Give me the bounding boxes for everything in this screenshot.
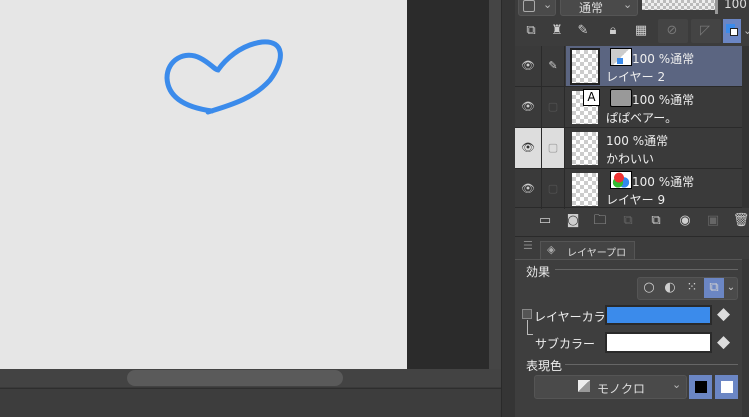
layer-mask-icon[interactable]: ◉ — [675, 211, 695, 231]
sub-color-label: サブカラー — [535, 337, 596, 351]
layer-color-swatch[interactable] — [605, 305, 712, 325]
eye-icon[interactable]: 👁︎ — [515, 87, 542, 127]
transfer-down-icon[interactable]: ⧉ — [618, 211, 638, 231]
layer-thumbnail — [570, 48, 600, 85]
effect-heading: 効果 — [526, 265, 551, 279]
eyedropper-icon[interactable]: ◆ — [717, 332, 730, 352]
layer-mode: 100 %通常 — [632, 175, 695, 189]
layer-name: レイヤー 9 — [606, 193, 666, 207]
chevron-down-icon: ⌄ — [543, 0, 553, 11]
blend-mode-select[interactable]: 通常 ⌄ — [560, 0, 638, 16]
layer-list: 👁︎ ✎ 100 %通常 レイヤー 2 👁︎ ▢ A 100 %通常 ぱぱベアー… — [515, 46, 749, 209]
tab-layer-properties[interactable]: ◈ レイヤープロパティ — [540, 241, 635, 274]
eyedropper-icon[interactable]: ◆ — [717, 304, 730, 324]
pen-icon[interactable]: ✎ — [542, 46, 565, 86]
layer-list-scrollbar[interactable] — [742, 46, 749, 208]
layer-color-toggle[interactable] — [723, 19, 741, 43]
clip-icon: ⊘ — [666, 23, 678, 38]
layer-name: ぱぱベアー。 — [606, 111, 678, 125]
layer-thumbnail — [572, 132, 598, 165]
menu-icon[interactable]: ☰ — [523, 239, 533, 252]
properties-scrollbar[interactable] — [742, 259, 749, 417]
blend-mode-value: 通常 — [579, 1, 604, 15]
layer-name: レイヤー 2 — [606, 70, 666, 84]
apply-mask-icon[interactable]: ▣ — [703, 211, 723, 231]
chevron-down-icon: ⌄ — [672, 378, 682, 391]
checkbox-icon[interactable]: ▢ — [542, 128, 565, 168]
tone-icon[interactable]: ⁙ — [683, 278, 701, 298]
eye-icon[interactable]: 👁︎ — [515, 46, 542, 86]
layer-name: かわいい — [606, 152, 655, 166]
checkbox-icon[interactable]: ▢ — [542, 169, 565, 209]
layer-row[interactable]: 👁︎ ▢ 100 %通常 かわいい — [515, 128, 749, 169]
eye-icon[interactable]: 👁︎ — [515, 128, 542, 168]
new-folder-icon[interactable]: 🗀︎ — [590, 211, 610, 231]
sub-color-swatch[interactable] — [605, 332, 712, 353]
ruler-button[interactable]: ◸ — [691, 19, 721, 43]
layer-properties-icon: ◈ — [547, 243, 556, 256]
status-bar — [0, 388, 501, 410]
chevron-down-icon[interactable]: ⌄ — [724, 278, 738, 298]
combine-down-icon[interactable]: ⧉ — [646, 211, 666, 231]
layer-color-effect-icon[interactable]: ⧉ — [704, 278, 724, 298]
opacity-slider-handle[interactable] — [715, 0, 718, 14]
ruler-icon: ◸ — [700, 23, 710, 38]
layer-mode: 100 %通常 — [632, 52, 695, 66]
reference-layer-icon[interactable]: ♜ — [547, 21, 567, 41]
expression-value: モノクロ — [597, 382, 646, 396]
black-toggle[interactable] — [689, 375, 712, 399]
layer-mode: 100 %通常 — [632, 93, 695, 107]
layer-select-icon[interactable]: ⧉ — [521, 21, 541, 41]
square-icon — [523, 0, 535, 12]
heart-drawing — [164, 39, 283, 115]
white-toggle[interactable] — [715, 375, 738, 399]
color-layer-icon — [610, 171, 632, 189]
layer-panel: ⌄ 通常 ⌄ 100 ⧉ ♜ ✎ 🔒︎ ▦ ⊘ ◸ ⌄ 👁︎ ✎ 100 %通常 … — [515, 0, 749, 417]
layer-color-icon — [610, 48, 632, 66]
layer-thumbnail — [572, 173, 598, 206]
expression-color-select[interactable]: モノクロ ⌄ — [534, 375, 687, 399]
clip-button[interactable]: ⊘ — [658, 19, 688, 43]
chevron-down-icon[interactable]: ⌄ — [743, 24, 749, 37]
layer-row[interactable]: 👁︎ ▢ 100 %通常 レイヤー 9 — [515, 169, 749, 209]
vertical-scrollbar[interactable] — [489, 0, 501, 387]
horizontal-scroll-thumb[interactable] — [127, 370, 343, 386]
lock-transparency-icon[interactable]: ▦ — [631, 21, 651, 41]
lock-icon[interactable]: 🔒︎ — [603, 21, 623, 41]
extract-line-icon[interactable]: ◐ — [661, 278, 679, 298]
effect-buttons: ○ ◐ ⁙ ⧉ ⌄ — [637, 277, 738, 300]
text-layer-icon: A — [583, 89, 600, 106]
eye-icon[interactable]: 👁︎ — [515, 169, 542, 209]
monochrome-icon — [610, 89, 632, 107]
drawing-canvas[interactable] — [0, 0, 407, 369]
layer-row[interactable]: 👁︎ ✎ 100 %通常 レイヤー 2 — [515, 46, 749, 87]
opacity-value[interactable]: 100 — [724, 0, 747, 11]
layer-row[interactable]: 👁︎ ▢ A 100 %通常 ぱぱベアー。 — [515, 87, 749, 128]
monochrome-icon — [578, 380, 590, 392]
trash-icon[interactable]: 🗑︎ — [731, 211, 749, 231]
draft-layer-icon[interactable]: ✎ — [573, 21, 593, 41]
layer-mode: 100 %通常 — [606, 134, 669, 148]
layer-checkbox-dropdown[interactable]: ⌄ — [518, 0, 556, 16]
new-vector-layer-icon[interactable]: ◙ — [563, 211, 583, 231]
checkbox-icon[interactable]: ▢ — [542, 87, 565, 127]
border-effect-icon[interactable]: ○ — [640, 278, 658, 298]
collapse-icon[interactable] — [522, 309, 532, 319]
new-raster-layer-icon[interactable]: ▭ — [535, 211, 555, 231]
canvas-background — [407, 0, 489, 369]
opacity-slider[interactable] — [642, 0, 716, 10]
panel-divider[interactable] — [501, 0, 515, 417]
chevron-down-icon: ⌄ — [623, 0, 633, 11]
expression-color-heading: 表現色 — [526, 359, 563, 373]
